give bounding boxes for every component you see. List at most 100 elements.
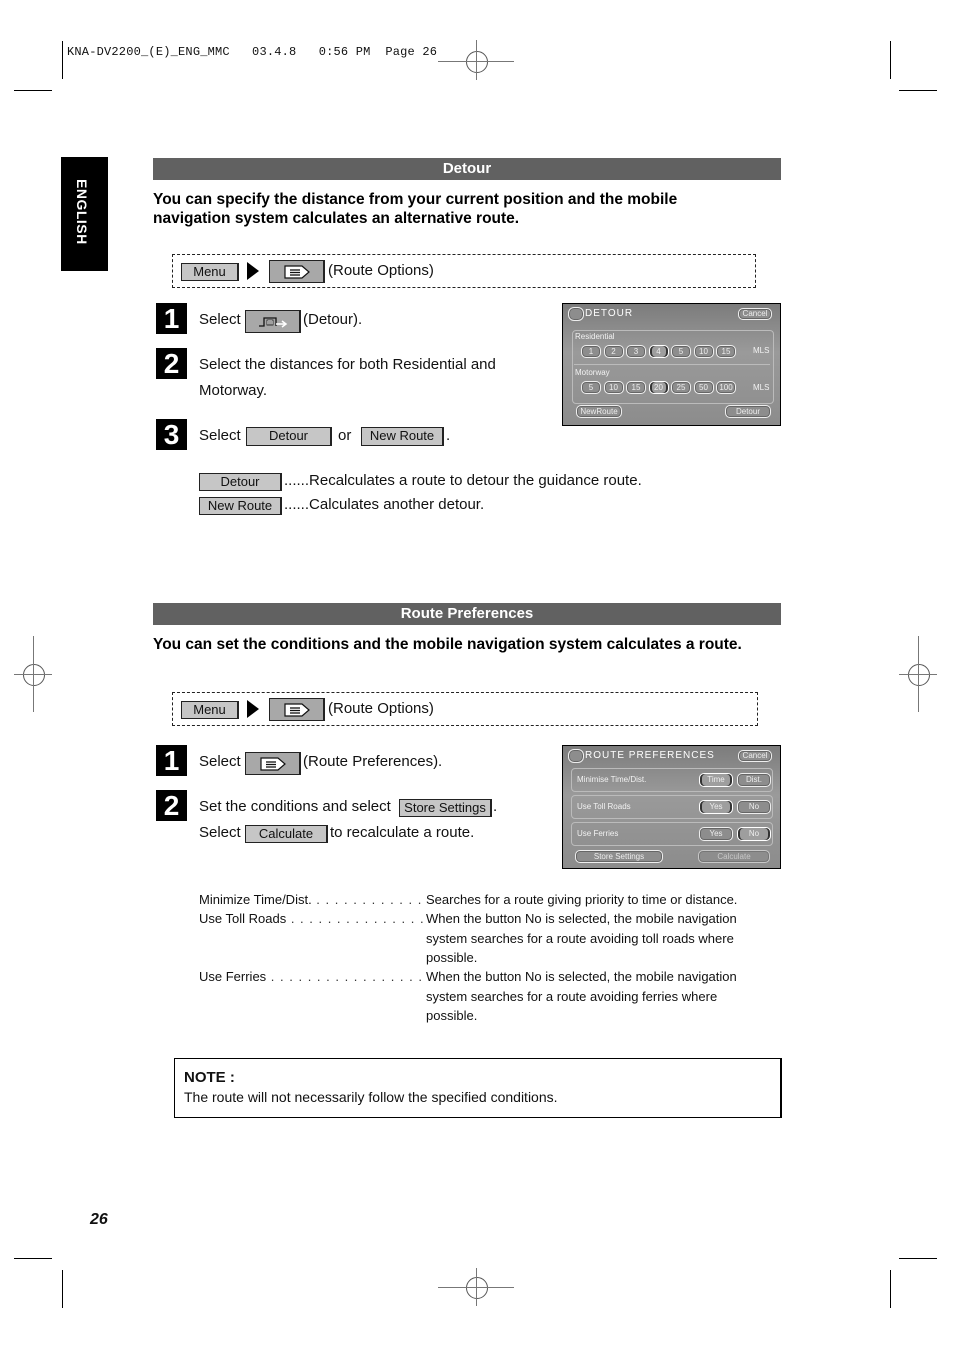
definition-term-label: Minimize Time/Dist. — [199, 892, 312, 907]
unit-label: MLS — [753, 383, 770, 392]
definition-description: When the button No is selected, the mobi… — [426, 911, 737, 927]
route-preferences-screen-image: ROUTE PREFERENCES Cancel Minimise Time/D… — [562, 745, 781, 869]
definition-term: Use Toll Roads . . . . . . . . . . . . .… — [199, 909, 425, 928]
store-settings-button[interactable]: Store Settings — [399, 799, 492, 817]
distance-option: 25 — [671, 381, 691, 394]
screen-new-route-button: NewRoute — [576, 405, 622, 418]
leader-dots: ...... — [284, 472, 310, 489]
leader-dots: . . . . . . . . . . . . . . . . . . . — [290, 911, 425, 927]
crop-mark — [14, 1258, 52, 1259]
preference-row: Use Toll Roads Yes No — [571, 795, 773, 819]
right-triangle-icon — [247, 700, 259, 718]
menu-button[interactable]: Menu — [181, 701, 239, 719]
definition-term-label: Use Toll Roads — [199, 911, 287, 927]
crop-mark — [899, 1258, 937, 1259]
new-route-button-legend: New Route — [199, 497, 282, 515]
screen-title: DETOUR — [585, 308, 634, 319]
calculate-button[interactable]: Calculate — [245, 825, 328, 843]
screen-calculate-button: Calculate — [698, 850, 770, 863]
crop-mark — [890, 1270, 891, 1308]
distance-option: 1 — [581, 345, 601, 358]
note-heading: NOTE : — [184, 1069, 235, 1086]
definition-text: ......Calculates another detour. — [284, 496, 484, 513]
right-triangle-icon — [247, 262, 259, 280]
distance-option: 5 — [581, 381, 601, 394]
section-title-detour: Detour — [153, 158, 781, 180]
distance-option: 50 — [693, 381, 714, 394]
residential-label: Residential — [575, 332, 615, 341]
preference-option: Dist. — [737, 773, 771, 787]
crop-mark — [62, 41, 63, 79]
route-options-icon — [283, 703, 310, 717]
distance-option: 10 — [693, 345, 714, 358]
preference-row: Use Ferries Yes No — [571, 822, 773, 846]
distance-option: 5 — [671, 345, 691, 358]
menu-path-route-pref: Menu (Route Options) — [172, 692, 758, 726]
definition-term-label: Use Ferries — [199, 969, 267, 985]
step-1-suffix: (Route Preferences). — [303, 753, 443, 770]
detour-icon — [258, 317, 287, 328]
definition-description: possible. — [426, 949, 478, 965]
leader-dots: . . . . . . . . . . . . . . — [316, 892, 425, 907]
definition-term: Use Ferries . . . . . . . . . . . . . . … — [199, 967, 425, 986]
leader-dots: . . . . . . . . . . . . . . . . . . . . … — [270, 969, 425, 985]
crop-mark — [890, 41, 891, 79]
step-2-line1-prefix: Set the conditions and select — [199, 798, 391, 815]
definition-description: Searches for a route giving priority to … — [426, 892, 738, 907]
definition-text: ......Recalculates a route to detour the… — [284, 472, 642, 489]
screen-cancel-button: Cancel — [738, 308, 772, 320]
distance-option: 3 — [626, 345, 646, 358]
definition-description: possible. — [426, 1007, 478, 1023]
crop-mark — [14, 90, 52, 91]
route-options-button[interactable] — [269, 260, 325, 283]
note-text: The route will not necessarily follow th… — [184, 1089, 558, 1105]
screen-store-settings-button: Store Settings — [575, 850, 663, 863]
leader-dots: ...... — [284, 496, 310, 513]
screen-title: ROUTE PREFERENCES — [585, 750, 715, 761]
screen-cancel-button: Cancel — [738, 750, 772, 762]
detour-icon-button[interactable] — [245, 310, 301, 333]
preference-label: Use Toll Roads — [577, 802, 631, 811]
slug-file: KNA-DV2200_(E)_ENG_MMC — [67, 45, 230, 59]
distance-option: 15 — [626, 381, 646, 394]
divider — [574, 364, 770, 365]
distance-option: 10 — [603, 381, 624, 394]
screen-detour-button: Detour — [725, 405, 771, 418]
definition-description: system searches for a route avoiding fer… — [426, 988, 718, 1004]
step-2-line1: Select the distances for both Residentia… — [199, 356, 496, 373]
note-box: NOTE : The route will not necessarily fo… — [174, 1058, 782, 1118]
step-1-suffix: (Detour). — [303, 311, 363, 328]
slug-date: 03.4.8 — [252, 45, 297, 59]
step-1-prefix: Select — [199, 753, 241, 770]
distance-option: 4 — [648, 345, 669, 358]
preference-label: Use Ferries — [577, 829, 619, 838]
step-3-suffix: . — [446, 427, 451, 444]
distance-option: 2 — [603, 345, 624, 358]
motorway-label: Motorway — [575, 368, 610, 377]
step-3-prefix: Select — [199, 427, 241, 444]
preference-option: Yes — [699, 827, 733, 841]
preference-option: No — [737, 827, 771, 841]
definition-term: Minimize Time/Dist. . . . . . . . . . . … — [199, 890, 425, 909]
section-title-route-preferences: Route Preferences — [153, 603, 781, 625]
nav-icon — [568, 749, 584, 763]
detour-lead-text: You can specify the distance from your c… — [153, 191, 678, 227]
step-2-line1-suffix: . — [493, 798, 498, 815]
step-number: 2 — [156, 790, 187, 821]
menu-button[interactable]: Menu — [181, 263, 239, 281]
crop-mark — [899, 90, 937, 91]
preference-option: No — [737, 800, 771, 814]
detour-screen-image: DETOUR Cancel Residential 1 2 3 4 5 10 15 MLS … — [562, 303, 781, 426]
preference-option: Time — [699, 773, 733, 787]
route-options-button[interactable] — [269, 698, 325, 721]
new-route-button[interactable]: New Route — [361, 427, 444, 446]
route-options-label: (Route Options) — [328, 262, 434, 279]
route-preferences-icon-button[interactable] — [245, 752, 301, 775]
detour-button[interactable]: Detour — [246, 427, 332, 446]
preference-label: Minimise Time/Dist. — [577, 775, 647, 784]
slug-time: 0:56 PM — [318, 45, 371, 59]
definition-description: system searches for a route avoiding tol… — [426, 930, 734, 946]
route-options-label: (Route Options) — [328, 700, 434, 717]
definition-detour: Recalculates a route to detour the guida… — [309, 472, 642, 489]
distance-option: 100 — [716, 381, 736, 394]
